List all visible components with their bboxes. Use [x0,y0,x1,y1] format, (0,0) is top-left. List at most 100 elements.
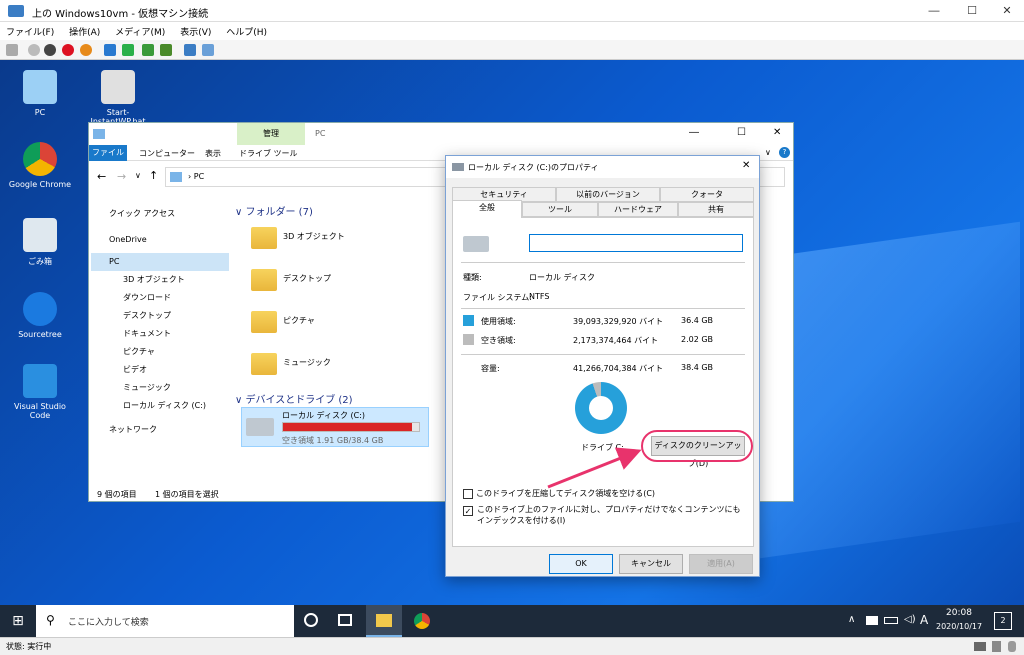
nav-local-disk[interactable]: ローカル ディスク (C:) [91,397,229,415]
clock-time[interactable]: 20:08 [946,608,972,618]
taskbar-chrome-icon[interactable] [414,613,430,629]
resume-icon[interactable] [122,44,134,56]
nav-3d-objects[interactable]: 3D オブジェクト [91,271,229,289]
forward-icon[interactable]: → [117,170,126,183]
vm-status-text: 状態: 実行中 [6,642,52,651]
revert-icon[interactable] [160,44,172,56]
drive-c-tile[interactable]: ローカル ディスク (C:) 空き領域 1.91 GB/38.4 GB [241,407,429,447]
menu-view[interactable]: 表示(V) [174,22,217,41]
folder-icon [251,227,277,249]
tab-sharing[interactable]: 共有 [678,202,754,217]
folders-header[interactable]: ∨ フォルダー (7) [235,203,313,218]
nav-quick-access[interactable]: クイック アクセス [91,205,229,223]
tray-volume-icon[interactable]: ◁) [904,614,916,625]
ok-button[interactable]: OK [549,554,613,574]
nav-network[interactable]: ネットワーク [91,421,229,439]
tab-view[interactable]: 表示 [205,148,221,159]
tab-tools[interactable]: ツール [522,202,598,217]
props-close-icon[interactable]: ✕ [742,160,750,171]
tab-drive-tools[interactable]: ドライブ ツール [239,148,298,159]
taskbar-explorer-icon[interactable] [366,605,402,637]
tab-general[interactable]: 全般 [452,200,522,218]
nav-pc[interactable]: PC [91,253,229,271]
tab-quota[interactable]: クォータ [660,187,754,202]
notification-icon[interactable]: 2 [994,612,1012,630]
pause-icon[interactable] [104,44,116,56]
mouse-icon [1008,641,1016,652]
menu-action[interactable]: 操作(A) [63,22,106,41]
explorer-maximize[interactable]: ☐ [737,127,746,138]
nav-videos[interactable]: ビデオ [91,361,229,379]
ribbon-manage[interactable]: 管理 [237,123,305,145]
cortana-icon[interactable] [304,613,318,627]
tab-previous-versions[interactable]: 以前のバージョン [556,187,660,202]
ctrl-alt-del-icon[interactable] [6,44,18,56]
menu-media[interactable]: メディア(M) [109,22,171,41]
desktop-icon-pc[interactable]: PC [4,70,76,117]
task-view-icon[interactable] [338,614,352,626]
vm-title-bar: 上の Windows10vm - 仮想マシン接続 ― ☐ ✕ [0,0,1024,22]
explorer-close[interactable]: ✕ [773,127,781,138]
tray-network-icon[interactable] [866,616,878,625]
vscode-icon [23,364,57,398]
back-icon[interactable]: ← [97,170,106,183]
drive-large-icon [463,236,489,252]
compress-checkbox-box[interactable] [463,488,473,499]
apply-button[interactable]: 適用(A) [689,554,753,574]
start-button[interactable]: ⊞ [0,605,36,637]
nav-pictures[interactable]: ピクチャ [91,343,229,361]
desktop-icon-sourcetree[interactable]: Sourcetree [4,292,76,339]
menu-file[interactable]: ファイル(F) [0,22,60,41]
folder-music[interactable]: ミュージック [251,353,331,375]
recent-icon[interactable]: ∨ [135,171,141,180]
help-icon[interactable]: ? [779,147,790,158]
explorer-title: PC [315,129,326,138]
ime-indicator[interactable]: A [920,613,928,627]
desktop-icon-recycle[interactable]: ごみ箱 [4,218,76,267]
folder-pictures[interactable]: ピクチャ [251,311,315,333]
menu-help[interactable]: ヘルプ(H) [220,22,273,41]
compress-checkbox[interactable]: このドライブを圧縮してディスク領域を空ける(C) [463,488,655,499]
desktop-icon-chrome[interactable]: Google Chrome [4,142,76,189]
checkpoint-icon[interactable] [142,44,154,56]
divider-2 [461,308,745,309]
nav-documents[interactable]: ドキュメント [91,325,229,343]
turn-off-icon[interactable] [44,44,56,56]
desktop-icon-vscode[interactable]: Visual Studio Code [4,364,76,420]
divider-1 [461,262,745,263]
drives-header-text: デバイスとドライブ (2) [245,395,353,406]
up-icon[interactable]: ↑ [149,169,158,182]
nav-desktop[interactable]: デスクトップ [91,307,229,325]
close-button[interactable]: ✕ [985,0,1024,22]
enhanced-session-icon[interactable] [184,44,196,56]
desktop-icon-bat[interactable]: Start-InstantWP.bat [82,70,154,126]
start-icon[interactable] [28,44,40,56]
save-state-icon[interactable] [80,44,92,56]
tab-file[interactable]: ファイル [89,145,127,161]
tray-chevron-icon[interactable]: ∧ [848,614,855,625]
tab-hardware[interactable]: ハードウェア [598,202,678,217]
volume-label-input[interactable] [529,234,743,252]
nav-downloads[interactable]: ダウンロード [91,289,229,307]
tab-computer[interactable]: コンピューター [139,148,195,159]
nav-onedrive[interactable]: OneDrive [91,231,229,249]
folder-desktop[interactable]: デスクトップ [251,269,331,291]
cancel-button[interactable]: キャンセル [619,554,683,574]
index-checkbox-box[interactable]: ✓ [463,506,473,516]
folder-icon [251,269,277,291]
drives-header[interactable]: ∨ デバイスとドライブ (2) [235,391,353,406]
notification-badge: 2 [1000,616,1006,625]
nav-music[interactable]: ミュージック [91,379,229,397]
share-icon[interactable] [202,44,214,56]
explorer-minimize[interactable]: ― [689,127,699,138]
explorer-title-bar: 管理 PC ― ☐ ✕ [89,123,793,145]
tray-battery-icon[interactable] [884,617,898,624]
ribbon-expand-icon[interactable]: ∨ [765,148,771,157]
shutdown-icon[interactable] [62,44,74,56]
clock-date[interactable]: 2020/10/17 [936,622,982,631]
index-checkbox[interactable]: ✓ このドライブ上のファイルに対し、プロパティだけでなくコンテンツにもインデックス… [463,504,747,526]
free-gb: 2.02 GB [681,335,714,344]
folder-3d[interactable]: 3D オブジェクト [251,227,345,249]
taskbar-search-box[interactable]: ⚲ ここに入力して検索 [36,605,294,637]
qat-icon[interactable] [93,129,105,139]
